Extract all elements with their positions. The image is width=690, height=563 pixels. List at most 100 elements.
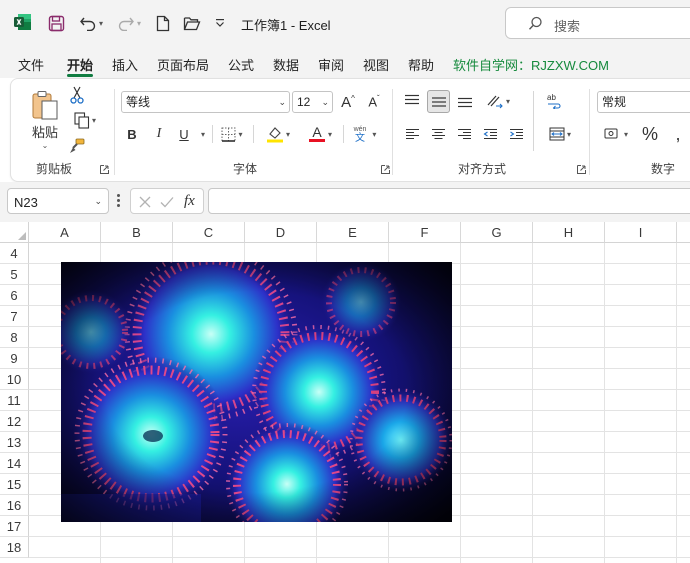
format-painter-icon [70,138,85,153]
chevron-down-icon[interactable]: ▾ [92,116,96,125]
name-box[interactable]: N23 ⌄ [7,188,109,214]
group-divider [212,125,213,143]
comma-style-button[interactable]: , [667,122,689,146]
fill-color-button[interactable]: ▾ [261,123,295,145]
bold-button[interactable]: B [123,123,141,145]
tab-formulas[interactable]: 公式 [228,55,254,74]
column-header-j[interactable] [677,222,690,243]
align-center-button[interactable] [427,123,449,145]
row-header-15[interactable]: 15 [0,474,29,495]
group-divider [392,89,393,175]
phonetic-guide-button[interactable]: wén 文 ▾ [347,122,383,146]
row-header-5[interactable]: 5 [0,264,29,285]
orientation-button[interactable]: ▾ [481,90,515,112]
save-icon[interactable] [46,12,66,34]
increase-font-size-button[interactable]: A^ [338,91,358,113]
cut-button[interactable] [67,85,87,105]
column-header-h[interactable]: H [533,222,605,243]
tab-review[interactable]: 审阅 [318,55,344,74]
underline-button[interactable]: U [175,123,193,145]
insert-function-button[interactable]: fx [184,193,195,210]
row-header-12[interactable]: 12 [0,411,29,432]
row-header-6[interactable]: 6 [0,285,29,306]
font-name-select[interactable]: 等线 ⌄ [121,91,290,113]
column-header-f[interactable]: F [389,222,461,243]
open-folder-icon[interactable] [182,12,202,34]
decrease-indent-button[interactable] [479,123,501,145]
align-center-icon [431,128,445,139]
chevron-down-icon[interactable]: ▾ [198,123,208,145]
paste-button[interactable]: 粘贴 ⌄ [25,87,65,151]
borders-button[interactable]: ▾ [217,123,247,145]
align-right-button[interactable] [453,123,475,145]
chevron-down-icon: ▾ [327,129,332,139]
row-header-7[interactable]: 7 [0,306,29,327]
tab-page-layout[interactable]: 页面布局 [157,55,209,74]
chevron-down-icon[interactable]: ⌄ [94,196,102,207]
undo-icon[interactable]: ▾ [76,12,106,34]
new-file-icon[interactable] [155,12,171,34]
row-header-10[interactable]: 10 [0,369,29,390]
formula-bar-more-icon[interactable] [117,194,120,208]
row-header-17[interactable]: 17 [0,516,29,537]
tab-home[interactable]: 开始 [67,55,93,74]
phonetic-char: 文 [354,133,365,144]
select-all-corner[interactable] [0,222,29,243]
customize-qat-icon[interactable] [213,12,227,34]
wrap-text-icon: ab [547,93,561,109]
column-header-a[interactable]: A [29,222,101,243]
inserted-picture[interactable] [61,262,452,522]
italic-button[interactable]: I [150,123,168,145]
tab-file[interactable]: 文件 [18,55,44,74]
search-icon [528,16,542,30]
column-header-d[interactable]: D [245,222,317,243]
row-header-16[interactable]: 16 [0,495,29,516]
column-header-i[interactable]: I [605,222,677,243]
row-header-13[interactable]: 13 [0,432,29,453]
chevron-down-icon: ▾ [372,129,377,139]
chevron-down-icon[interactable]: ▾ [137,19,141,28]
tab-insert[interactable]: 插入 [112,55,138,74]
decrease-font-size-button[interactable]: Aˇ [364,91,384,113]
chevron-down-icon[interactable]: ▾ [99,19,103,28]
font-size-select[interactable]: 12 ⌄ [292,91,333,113]
align-bottom-button[interactable] [454,90,476,112]
format-painter-button[interactable] [67,136,87,156]
percent-style-button[interactable]: % [639,122,661,146]
wrap-text-button[interactable]: ab [543,90,565,112]
column-header-b[interactable]: B [101,222,173,243]
font-color-button[interactable]: A ▾ [303,123,337,145]
cancel-icon[interactable] [139,196,151,208]
column-header-g[interactable]: G [461,222,533,243]
align-left-button[interactable] [401,123,423,145]
tab-view[interactable]: 视图 [363,55,389,74]
number-format-select[interactable]: 常规 [597,91,690,113]
row-header-18[interactable]: 18 [0,537,29,558]
align-middle-button[interactable] [427,90,450,113]
column-header-e[interactable]: E [317,222,389,243]
accounting-format-button[interactable]: ▾ [599,123,633,145]
redo-icon[interactable]: ▾ [114,12,144,34]
copy-button[interactable]: ▾ [67,110,103,130]
column-header-c[interactable]: C [173,222,245,243]
decrease-indent-icon [483,128,497,139]
chevron-down-icon[interactable]: ⌄ [42,141,49,150]
tab-help[interactable]: 帮助 [408,55,434,74]
tab-data[interactable]: 数据 [273,55,299,74]
merge-center-button[interactable]: ▾ [543,123,577,145]
group-divider [533,91,534,151]
formula-input[interactable] [208,188,690,214]
search-box[interactable]: 搜索 [505,7,690,39]
clipboard-dialog-launcher-icon[interactable] [100,165,109,174]
coral-polyps-image [61,262,452,522]
row-header-4[interactable]: 4 [0,243,29,264]
enter-check-icon[interactable] [160,196,174,208]
row-header-11[interactable]: 11 [0,390,29,411]
font-dialog-launcher-icon[interactable] [381,165,390,174]
row-header-8[interactable]: 8 [0,327,29,348]
row-header-9[interactable]: 9 [0,348,29,369]
alignment-dialog-launcher-icon[interactable] [577,165,586,174]
row-header-14[interactable]: 14 [0,453,29,474]
align-top-button[interactable] [401,90,423,112]
increase-indent-button[interactable] [505,123,527,145]
